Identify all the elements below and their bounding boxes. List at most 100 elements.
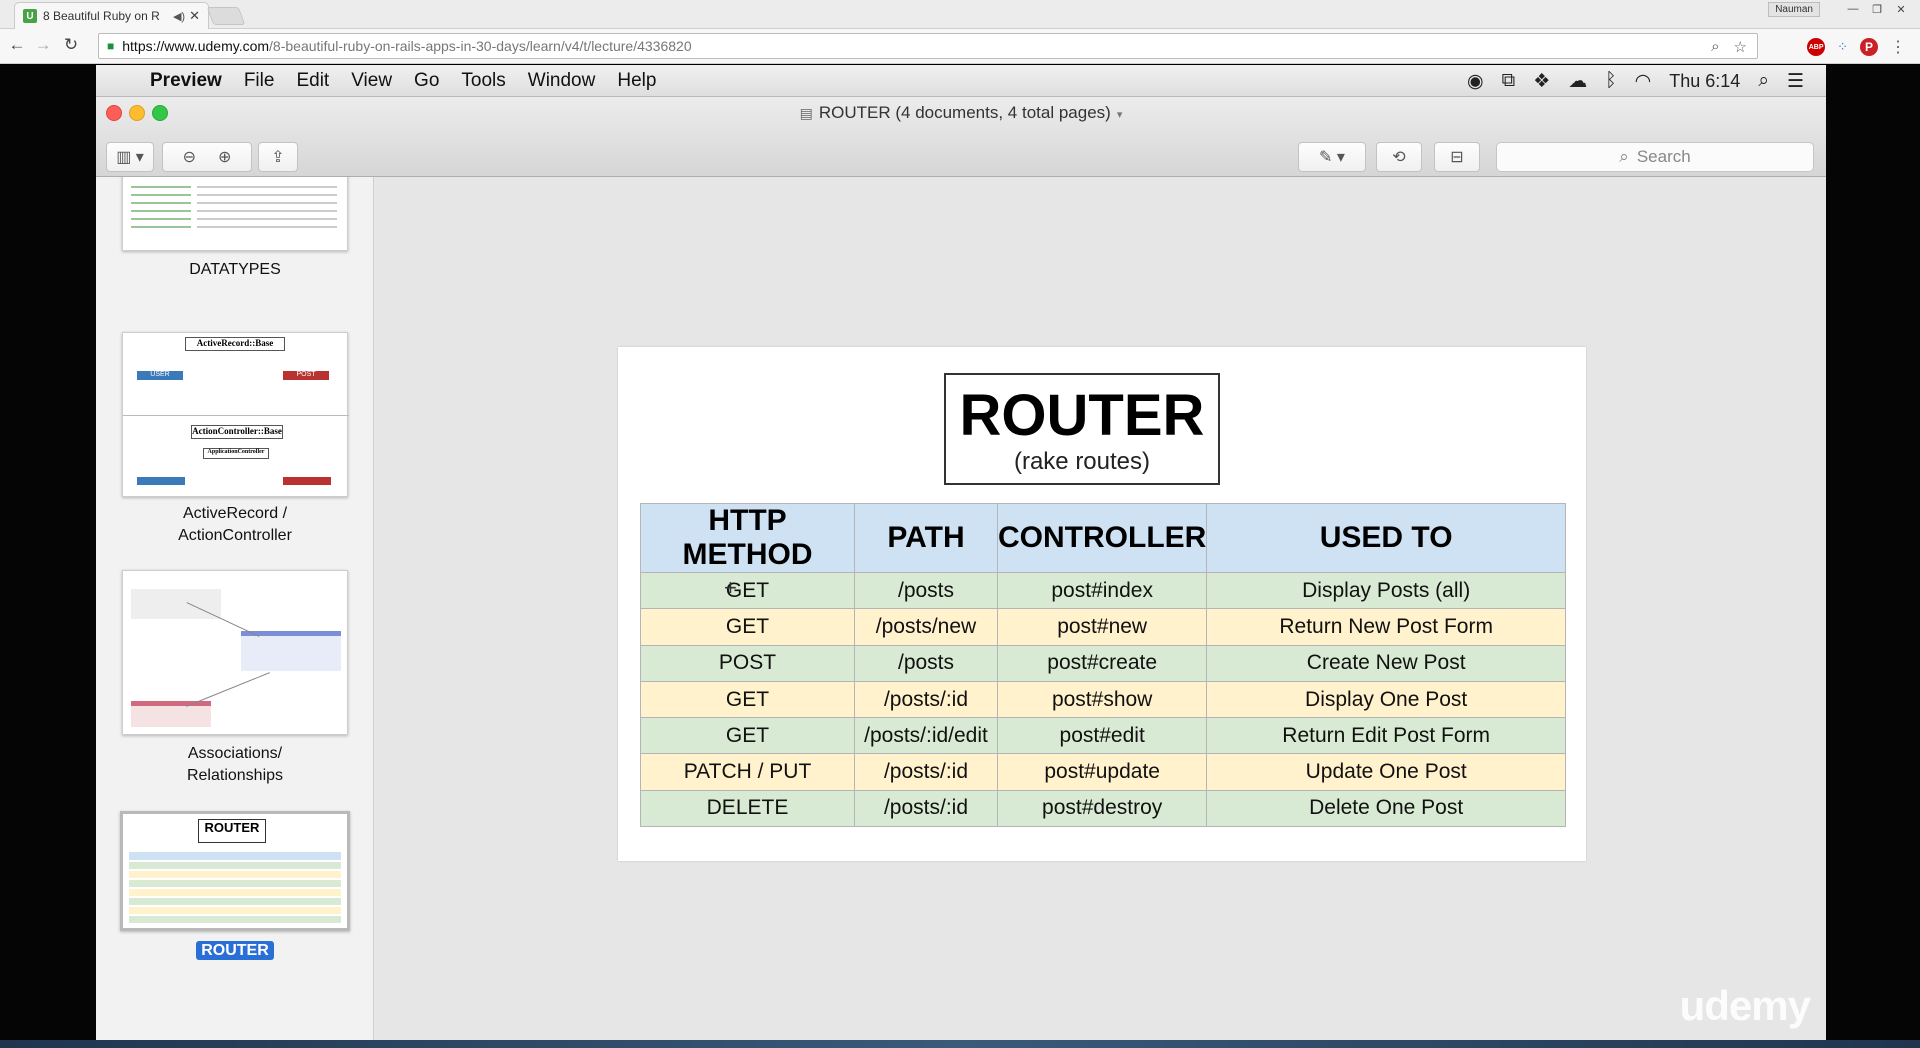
table-cell: /posts/:id: [854, 680, 998, 719]
browser-tab[interactable]: U 8 Beautiful Ruby on R ◀) ✕: [14, 2, 209, 29]
new-tab-button[interactable]: [206, 7, 246, 25]
mini-box: ActiveRecord::Base: [185, 337, 285, 351]
notification-center-icon[interactable]: ☰: [1787, 70, 1804, 93]
table-cell: /posts/:id: [854, 753, 998, 791]
thumbnail-sidebar: DATATYPES ActiveRecord::Base USER POST A…: [96, 177, 374, 1040]
profile-badge[interactable]: Nauman: [1768, 2, 1820, 17]
menu-help[interactable]: Help: [617, 70, 656, 92]
menu-extras: ◉ ⧉ ❖ ☁ ᛒ ◠ Thu 6:14 ⌕ ☰: [1467, 65, 1804, 97]
mini-tag: POST: [283, 371, 329, 380]
toolbox-button[interactable]: ⊟: [1434, 142, 1480, 172]
omnibox-icons: ⌕ ☆: [1711, 38, 1747, 56]
table-row: PATCH / PUT /posts/:id post#update Updat…: [640, 753, 1566, 791]
table-cell: post#edit: [996, 717, 1208, 755]
menu-app[interactable]: Preview: [150, 70, 222, 92]
thumbnail-label-line: ActionController: [178, 527, 292, 544]
close-window-icon[interactable]: ✕: [1892, 3, 1910, 16]
reload-icon[interactable]: ↻: [60, 35, 82, 55]
document-icon: ▤: [799, 105, 813, 121]
table-cell: Display Posts (all): [1206, 571, 1566, 610]
chrome-menu-icon[interactable]: ⋮: [1890, 37, 1906, 57]
table-cell: GET: [640, 571, 855, 610]
browser-toolbar: ← → ↻ ■ https://www.udemy.com/8-beautifu…: [0, 29, 1920, 64]
menu-tools[interactable]: Tools: [461, 70, 505, 92]
menu-edit[interactable]: Edit: [296, 70, 329, 92]
cloud-icon[interactable]: ☁: [1568, 70, 1587, 93]
udemy-favicon-icon: U: [23, 9, 37, 23]
spotlight-search-icon[interactable]: ⌕: [1758, 70, 1769, 92]
table-cell: Return Edit Post Form: [1206, 717, 1566, 755]
chevron-down-icon[interactable]: ▾: [1117, 109, 1123, 121]
speaker-icon[interactable]: ◀): [173, 10, 185, 23]
zoom-in-icon[interactable]: ⊕: [218, 147, 231, 167]
table-cell: post#new: [996, 608, 1208, 646]
menu-file[interactable]: File: [244, 70, 275, 92]
clock[interactable]: Thu 6:14: [1669, 71, 1740, 92]
address-bar[interactable]: ■ https://www.udemy.com/8-beautiful-ruby…: [98, 33, 1758, 59]
forward-arrow-icon[interactable]: →: [32, 35, 54, 55]
rotate-button[interactable]: ⟲: [1376, 142, 1422, 172]
thumbnail-label: Associations/ Relationships: [96, 743, 373, 787]
thumbnail-router[interactable]: ROUTER: [120, 811, 350, 931]
mini-tag: [137, 477, 185, 485]
table-cell: /posts/:id: [854, 789, 998, 828]
table-cell: post#destroy: [996, 789, 1208, 828]
table-cell: post#index: [996, 571, 1208, 610]
table-cell: Return New Post Form: [1206, 608, 1566, 646]
restore-icon[interactable]: ❐: [1868, 3, 1886, 16]
document-canvas: ROUTER (rake routes) HTTP METHOD PATH CO…: [375, 177, 1826, 1040]
thumbnail-label-selected: ROUTER: [96, 940, 373, 962]
table-cell: Display One Post: [1206, 680, 1566, 719]
window-title-text: ROUTER (4 documents, 4 total pages): [818, 103, 1111, 122]
table-cell: post#update: [996, 753, 1208, 791]
table-cell: /posts/:id/edit: [854, 717, 998, 755]
routes-table: HTTP METHOD PATH CONTROLLER USED TO GET …: [640, 503, 1566, 828]
bookmark-star-icon[interactable]: ☆: [1734, 38, 1747, 56]
mini-tag: [283, 477, 331, 485]
table-cell: GET: [640, 717, 855, 755]
share-button[interactable]: ⇪: [258, 142, 298, 172]
markup-button[interactable]: ✎ ▾: [1298, 142, 1366, 172]
screen-share-icon[interactable]: ⧉: [1502, 70, 1516, 92]
column-header: USED TO: [1206, 503, 1566, 573]
slide-title: ROUTER: [959, 383, 1205, 448]
mini-box: ActionController::Base: [191, 425, 283, 439]
sidebar-toggle-button[interactable]: ▥ ▾: [106, 142, 154, 172]
menu-go[interactable]: Go: [414, 70, 439, 92]
back-arrow-icon[interactable]: ←: [6, 35, 28, 55]
thumbnail-activerecord[interactable]: ActiveRecord::Base USER POST ActionContr…: [122, 332, 349, 497]
lock-icon: ■: [107, 39, 115, 53]
wifi-icon[interactable]: ◠: [1635, 70, 1652, 93]
windows-taskbar: [0, 1040, 1920, 1048]
extension-icon[interactable]: ⁘: [1837, 39, 1848, 55]
thumbnail-associations[interactable]: [122, 570, 348, 735]
zoom-controls: ⊖ ⊕: [162, 142, 252, 172]
url-host: https://www.udemy.com: [122, 38, 270, 54]
minimize-icon[interactable]: —: [1844, 3, 1862, 16]
table-cell: Delete One Post: [1206, 789, 1566, 828]
table-cell: /posts: [854, 644, 998, 682]
adblock-icon[interactable]: ABP: [1807, 38, 1826, 56]
bluetooth-icon[interactable]: ᛒ: [1605, 70, 1616, 92]
search-field[interactable]: ⌕ Search: [1496, 142, 1814, 172]
thumbnail-label-line: Relationships: [186, 767, 284, 784]
pinterest-icon[interactable]: P: [1860, 38, 1878, 56]
mini-box: ApplicationController: [203, 448, 269, 459]
video-player[interactable]: Preview File Edit View Go Tools Window H…: [0, 65, 1920, 1040]
udemy-watermark: udemy: [1679, 982, 1811, 1029]
column-header: CONTROLLER: [996, 503, 1208, 573]
zoom-out-icon[interactable]: ⊖: [183, 147, 196, 167]
record-icon[interactable]: ◉: [1467, 70, 1484, 93]
menu-window[interactable]: Window: [528, 70, 596, 92]
thumbnail-datatypes[interactable]: [122, 177, 348, 251]
slide-subtitle: (rake routes): [1013, 448, 1151, 475]
table-cell: /posts: [854, 571, 998, 610]
table-row: GET /posts post#index Display Posts (all…: [640, 571, 1566, 610]
zoom-icon[interactable]: ⌕: [1711, 38, 1719, 56]
dropbox-icon[interactable]: ❖: [1533, 70, 1550, 93]
table-cell: PATCH / PUT: [640, 753, 855, 791]
menu-view[interactable]: View: [351, 70, 392, 92]
close-tab-icon[interactable]: ✕: [189, 8, 200, 24]
mac-screen: Preview File Edit View Go Tools Window H…: [96, 65, 1826, 1040]
table-cell: GET: [640, 680, 855, 719]
